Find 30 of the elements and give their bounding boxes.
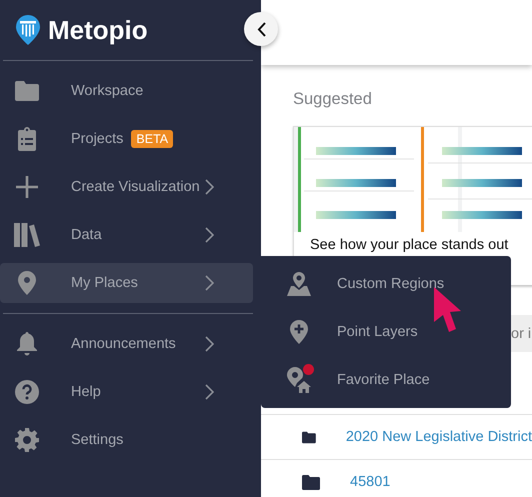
folder-icon: [302, 474, 320, 490]
sidebar-item[interactable]: Help: [0, 372, 253, 412]
beta-badge: BETA: [131, 130, 174, 148]
location-pin-icon: [18, 271, 36, 295]
sidebar-item[interactable]: Create Visualization: [0, 167, 253, 207]
brand-name: Metopio: [48, 14, 148, 46]
pin-house-icon: [287, 367, 311, 393]
clipboard-icon: [18, 127, 36, 151]
plus-icon: [16, 176, 38, 198]
folder-link[interactable]: 2020 New Legislative District: [346, 429, 532, 445]
sidebar-item[interactable]: Data: [0, 215, 253, 255]
sidebar-item[interactable]: Projects BETA: [0, 119, 253, 159]
help-icon: [15, 380, 39, 404]
sidebar-item[interactable]: My Places: [0, 263, 253, 303]
sidebar-item[interactable]: Workspace: [0, 71, 253, 111]
bell-icon: [16, 332, 38, 356]
sidebar-item[interactable]: Announcements: [0, 324, 253, 364]
sidebar-item[interactable]: Settings: [0, 420, 253, 460]
card-caption: See how your place stands out: [309, 236, 510, 253]
folder-icon: [302, 430, 316, 444]
pin-plus-icon: [290, 320, 308, 344]
settings-icon: [15, 428, 39, 452]
folder-icon: [15, 81, 39, 101]
chevron-left-icon: [256, 22, 266, 36]
map-pin-icon: [287, 272, 311, 296]
folder-link[interactable]: 45801: [350, 474, 390, 490]
section-title: Suggested: [293, 90, 373, 110]
books-icon: [14, 223, 40, 247]
submenu-item[interactable]: Favorite Place: [261, 356, 511, 404]
logo-icon: [16, 15, 40, 45]
